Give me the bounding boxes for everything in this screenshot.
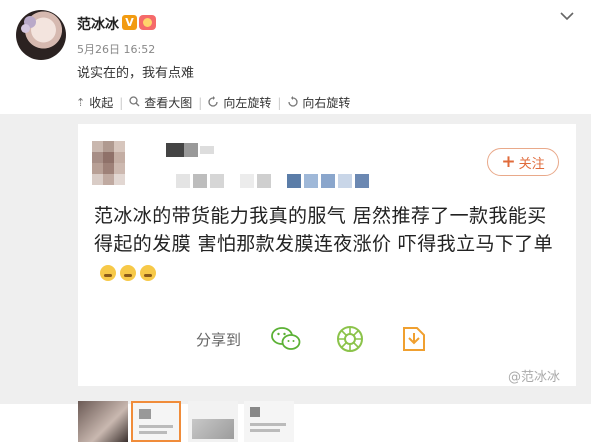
divider: | [277, 95, 282, 110]
sweat-emoji-icon [120, 264, 136, 281]
thumbnail-image[interactable] [244, 401, 294, 442]
sweat-emoji-icon [140, 264, 156, 281]
emoji-group [100, 264, 156, 281]
post-text: 说实在的，我有点难 [77, 66, 195, 81]
share-label: 分享到 [196, 330, 242, 349]
collapse-label: 收起 [89, 96, 114, 110]
save-image-icon[interactable] [399, 324, 429, 354]
chevron-down-icon[interactable] [560, 6, 574, 25]
divider: | [119, 95, 124, 110]
image-action-bar: ⇡ 收起 | 查看大图 | 向左旋转 | 向右旋转 [76, 92, 576, 113]
rotate-left-icon [208, 95, 219, 110]
rotate-left-label: 向左旋转 [223, 96, 272, 110]
weibo-watermark: @范冰冰 [508, 370, 561, 385]
blurred-name [200, 146, 214, 154]
share-row: 分享到 [196, 324, 463, 354]
post-timestamp[interactable]: 5月26日 16:52 [77, 41, 155, 57]
thumbnail-image-selected[interactable] [131, 401, 181, 442]
moments-icon[interactable] [335, 324, 365, 354]
magnifier-icon [129, 95, 140, 110]
verified-badge-icon: V [122, 15, 137, 30]
rotate-right-icon [287, 95, 299, 110]
thumbnail-image[interactable] [78, 401, 128, 442]
member-badge-icon [139, 15, 156, 30]
blurred-avatar [92, 141, 136, 187]
quoted-text-body: 范冰冰的带货能力我真的服气 居然推荐了一款我能买得起的发膜 害怕那款发膜连夜涨价… [94, 205, 554, 255]
wechat-icon[interactable] [271, 324, 301, 354]
user-avatar[interactable] [16, 10, 66, 60]
username[interactable]: 范冰冰 [77, 14, 119, 34]
rotate-left-button[interactable]: 向左旋转 [208, 94, 271, 111]
view-large-button[interactable]: 查看大图 [129, 94, 192, 111]
collapse-arrow-icon: ⇡ [76, 96, 86, 109]
plus-icon: + [501, 151, 516, 172]
blurred-meta [176, 174, 369, 188]
view-large-label: 查看大图 [144, 96, 193, 110]
follow-button[interactable]: + 关注 [487, 148, 559, 176]
rotate-right-label: 向右旋转 [302, 96, 351, 110]
rotate-right-button[interactable]: 向右旋转 [287, 94, 350, 111]
follow-label: 关注 [518, 156, 545, 172]
quoted-post-text: 范冰冰的带货能力我真的服气 居然推荐了一款我能买得起的发膜 害怕那款发膜连夜涨价… [94, 202, 564, 286]
thumbnail-image[interactable] [188, 401, 238, 442]
collapse-button[interactable]: ⇡ 收起 [76, 94, 113, 111]
blurred-name [166, 143, 184, 157]
blurred-name [184, 143, 198, 157]
sweat-emoji-icon [100, 264, 116, 281]
avatar-flower-small [21, 24, 30, 33]
divider: | [198, 95, 203, 110]
